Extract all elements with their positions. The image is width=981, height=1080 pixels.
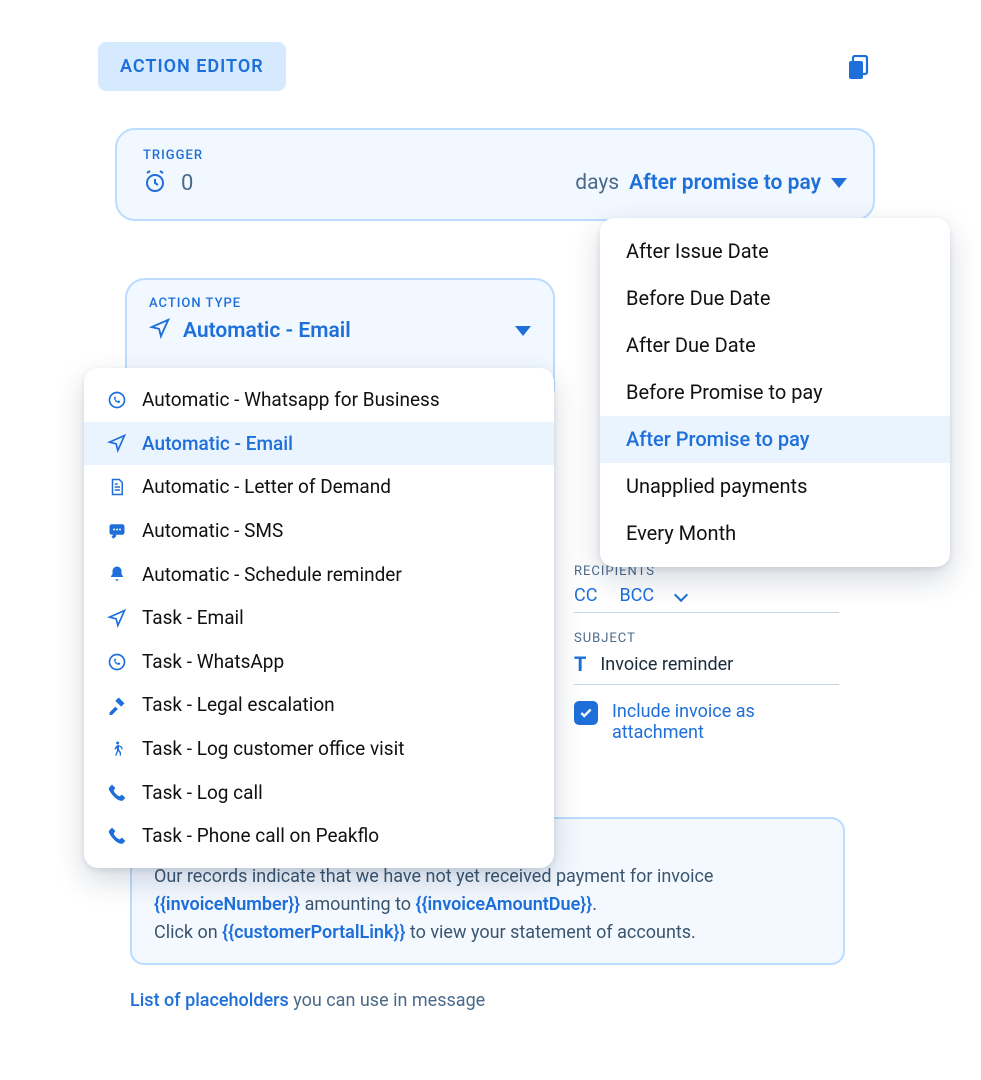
action-option-label: Task - Email [142,605,244,631]
action-option-label: Automatic - Email [142,431,293,457]
trigger-card: TRIGGER 0 days After promise to pay [115,128,875,221]
days-text: days [575,171,619,195]
action-type-menu: Automatic - Whatsapp for Business Automat… [84,368,554,868]
trigger-days-input[interactable]: 0 [181,171,193,196]
placeholder-invoice-amount: {{invoiceAmountDue}} [416,894,593,915]
placeholder-customer-portal-link: {{customerPortalLink}} [222,922,405,943]
send-icon [106,608,128,628]
action-option[interactable]: Automatic - Email [84,422,554,466]
action-option[interactable]: Task - Phone call on Peakflo [84,814,554,858]
recipients-cc[interactable]: CC [574,585,597,606]
phone-icon [106,783,128,803]
subject-label: SUBJECT [574,631,839,646]
phone-icon [106,826,128,846]
chevron-down-icon [515,326,531,336]
chevron-down-icon [831,178,847,188]
trigger-label: TRIGGER [143,148,847,163]
trigger-option[interactable]: After Promise to pay [600,416,950,463]
trigger-option[interactable]: Every Month [600,510,950,557]
action-option-label: Automatic - Schedule reminder [142,562,402,588]
walk-icon [106,738,128,760]
action-type-label: ACTION TYPE [149,296,531,311]
trigger-timing-menu: After Issue DateBefore Due DateAfter Due… [600,218,950,567]
copy-icon[interactable] [847,55,871,85]
text-icon: T [574,652,586,676]
whatsapp-icon [106,390,128,410]
legal-icon [106,695,128,715]
trigger-option[interactable]: Before Due Date [600,275,950,322]
sms-icon [106,522,128,540]
checkbox-checked-icon [574,701,598,725]
subject-input[interactable]: Invoice reminder [600,654,733,675]
placeholder-invoice-number: {{invoiceNumber}} [154,894,300,915]
action-option[interactable]: Automatic - SMS [84,509,554,553]
clock-icon [143,169,167,197]
action-option[interactable]: Automatic - Whatsapp for Business [84,378,554,422]
trigger-option[interactable]: After Due Date [600,322,950,369]
right-fields: RECIPIENTS CC BCC SUBJECT T Invoice remi… [574,564,839,743]
action-editor-badge: ACTION EDITOR [98,42,286,91]
action-option-label: Automatic - SMS [142,518,283,544]
action-option-label: Task - Log call [142,780,263,806]
action-option[interactable]: Task - WhatsApp [84,640,554,684]
action-option[interactable]: Task - Email [84,596,554,640]
bell-icon [106,564,128,584]
chevron-down-icon[interactable] [674,587,688,601]
trigger-option[interactable]: Unapplied payments [600,463,950,510]
action-option-label: Task - WhatsApp [142,649,284,675]
action-option-label: Task - Phone call on Peakflo [142,823,379,849]
trigger-timing-select[interactable]: After promise to pay [629,171,847,195]
placeholders-link[interactable]: List of placeholders [130,990,289,1011]
whatsapp-icon [106,652,128,672]
action-option-label: Task - Legal escalation [142,692,335,718]
doc-icon [106,477,128,497]
action-option[interactable]: Task - Log call [84,771,554,815]
action-option[interactable]: Task - Legal escalation [84,683,554,727]
send-icon [106,433,128,453]
trigger-option[interactable]: After Issue Date [600,228,950,275]
placeholders-help: List of placeholders you can use in mess… [130,990,485,1011]
trigger-timing-selected: After promise to pay [629,171,821,195]
include-attachment-toggle[interactable]: Include invoice as attachment [574,701,839,743]
action-option[interactable]: Task - Log customer office visit [84,727,554,771]
action-option-label: Automatic - Letter of Demand [142,474,391,500]
action-option-label: Automatic - Whatsapp for Business [142,387,440,413]
action-type-select[interactable]: Automatic - Email [149,317,531,345]
include-attachment-label: Include invoice as attachment [612,701,839,743]
send-icon [149,317,171,345]
recipients-bcc[interactable]: BCC [619,585,654,606]
action-option[interactable]: Automatic - Schedule reminder [84,553,554,597]
action-option-label: Task - Log customer office visit [142,736,404,762]
trigger-option[interactable]: Before Promise to pay [600,369,950,416]
action-type-selected: Automatic - Email [183,319,351,343]
action-option[interactable]: Automatic - Letter of Demand [84,465,554,509]
